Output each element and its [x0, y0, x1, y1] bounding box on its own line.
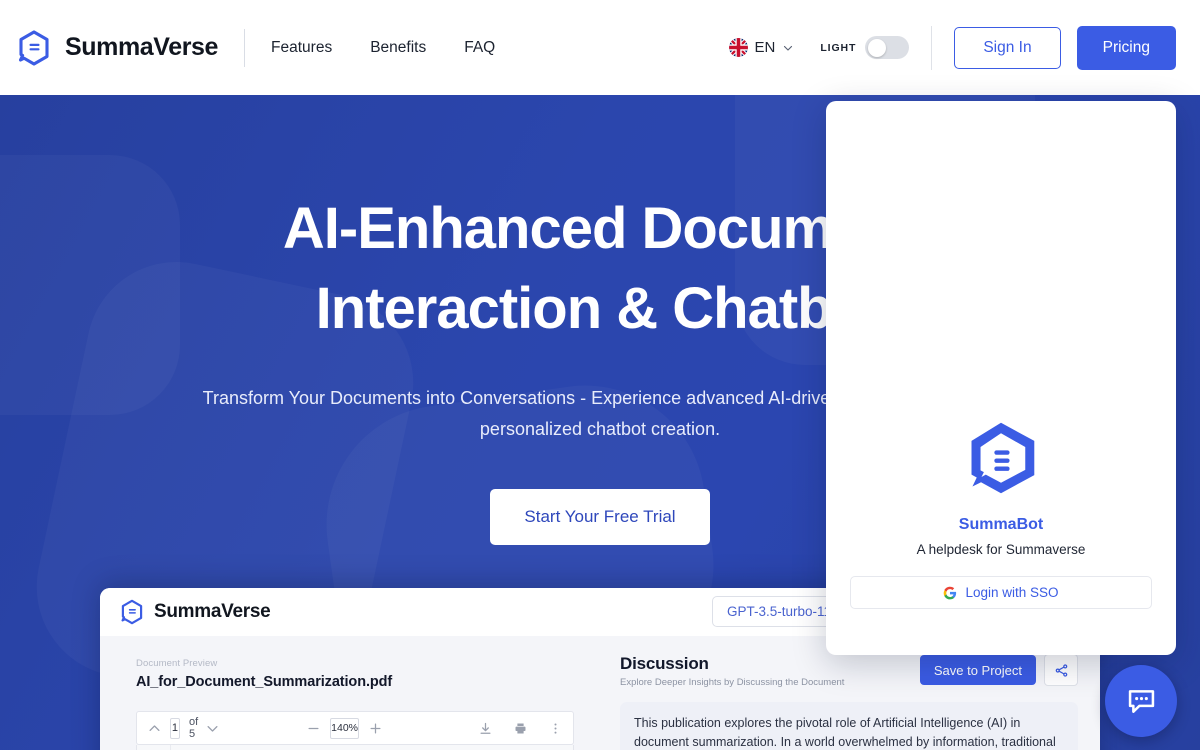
chevron-down-icon [782, 42, 794, 54]
pdf-page-total: of 5 [188, 716, 199, 740]
pdf-zoom-level[interactable]: 140% [330, 717, 359, 739]
pdf-thumbnail-rail [137, 745, 171, 750]
chevron-down-svg [784, 45, 793, 51]
header-actions: EN LIGHT Sign In Pricing [728, 25, 1176, 70]
discussion-title: Discussion [620, 654, 709, 673]
discussion-message: This publication explores the pivotal ro… [620, 702, 1078, 750]
download-icon[interactable] [478, 721, 493, 736]
chat-widget-body: SummaBot A helpdesk for Summaverse Login… [826, 101, 1176, 655]
preview-logo-svg [121, 599, 143, 625]
document-preview-pane: Document Preview AI_for_Document_Summari… [100, 636, 600, 750]
google-g-svg [944, 586, 957, 599]
document-preview-label: Document Preview [136, 658, 218, 669]
discussion-header: Discussion Explore Deeper Insights by Di… [620, 654, 1078, 688]
language-code: EN [754, 39, 776, 56]
discussion-actions: Save to Project [919, 654, 1078, 686]
save-to-project-button[interactable]: Save to Project [919, 655, 1036, 685]
bot-name: SummaBot [958, 516, 1044, 533]
share-icon [1054, 663, 1069, 678]
language-selector[interactable]: EN [728, 38, 795, 57]
nav-item-features[interactable]: Features [271, 39, 332, 57]
chevron-up-icon[interactable] [147, 721, 162, 736]
google-g-icon [943, 586, 957, 600]
theme-label: LIGHT [820, 41, 857, 54]
zoom-in-icon[interactable] [368, 721, 383, 736]
summaverse-hexagon-logo-icon [118, 598, 146, 626]
plus-svg [370, 723, 381, 733]
chevron-down-icon[interactable] [205, 721, 220, 736]
header-actions-divider [931, 25, 933, 70]
summaverse-hexagon-logo-svg [18, 29, 49, 66]
chat-launcher-button[interactable] [1105, 665, 1177, 737]
preview-brand-name: SummaVerse [154, 601, 271, 622]
pricing-button[interactable]: Pricing [1076, 25, 1176, 70]
brand-name: SummaVerse [65, 33, 219, 61]
share-svg [1055, 663, 1067, 677]
header-divider [244, 28, 246, 67]
theme-toggle-knob [868, 38, 887, 57]
download-svg [480, 722, 491, 734]
sso-button-label: Login with SSO [965, 585, 1059, 600]
chevron-down-svg-2 [207, 725, 218, 732]
share-button[interactable] [1044, 654, 1078, 686]
chat-widget-panel: SummaBot A helpdesk for Summaverse Login… [826, 101, 1176, 655]
chat-bubble-dots-svg [1128, 689, 1154, 713]
nav-item-faq[interactable]: FAQ [464, 39, 495, 57]
pdf-toolbar: 1 of 5 140% [136, 711, 574, 745]
print-icon[interactable] [513, 721, 528, 736]
nav-item-benefits[interactable]: Benefits [370, 39, 426, 57]
pdf-page-input[interactable]: 1 [170, 717, 180, 739]
hero-subtitle-line-2: personalized chatbot creation. [479, 419, 721, 440]
login-with-sso-button[interactable]: Login with SSO [850, 576, 1152, 609]
zoom-out-icon[interactable] [306, 721, 321, 736]
more-vertical-icon[interactable] [548, 721, 563, 736]
print-svg [515, 723, 526, 733]
sign-in-button[interactable]: Sign In [954, 26, 1061, 69]
preview-brand: SummaVerse [118, 598, 271, 626]
uk-flag-icon [728, 38, 748, 57]
bot-description: A helpdesk for Summaverse [916, 542, 1086, 557]
summaverse-hexagon-logo-icon [14, 28, 54, 68]
minus-svg [308, 727, 319, 729]
more-vertical-svg [554, 722, 557, 734]
summabot-hexagon-logo-icon [960, 419, 1042, 497]
pdf-page-viewport[interactable] [136, 745, 574, 750]
uk-flag-svg [728, 38, 748, 57]
summabot-logo-svg [971, 422, 1035, 494]
site-header: SummaVerse Features Benefits FAQ EN LIGH… [0, 0, 1200, 95]
chevron-up-svg [149, 724, 160, 731]
main-nav: Features Benefits FAQ [271, 39, 495, 57]
discussion-subtitle: Explore Deeper Insights by Discussing th… [620, 677, 845, 688]
brand-logo-link[interactable]: SummaVerse [14, 28, 218, 68]
landing-page: SummaVerse Features Benefits FAQ EN LIGH… [0, 0, 1200, 750]
start-free-trial-button[interactable]: Start Your Free Trial [490, 488, 710, 545]
theme-toggle[interactable] [865, 36, 910, 59]
theme-switch-group: LIGHT [820, 36, 910, 59]
document-file-name: AI_for_Document_Summarization.pdf [136, 674, 393, 690]
chat-bubble-dots-icon [1126, 686, 1157, 717]
